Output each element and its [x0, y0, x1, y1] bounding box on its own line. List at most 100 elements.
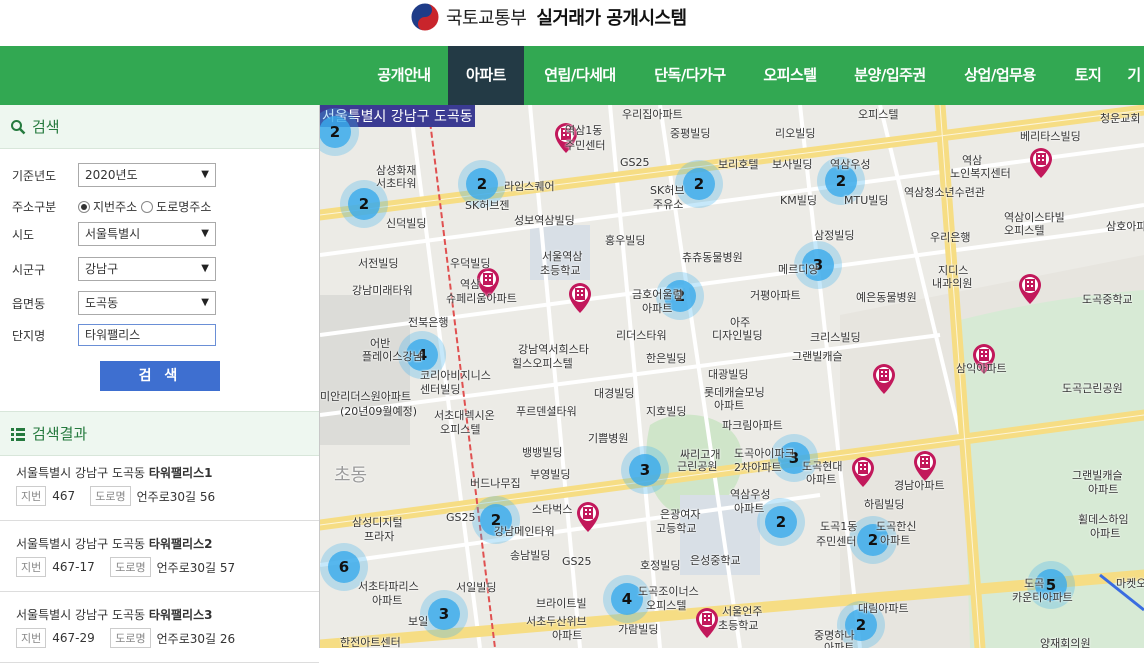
year-label: 기준년도 [12, 168, 57, 183]
nav-item-officetel[interactable]: 오피스텔 [752, 46, 828, 105]
map-label: GS25 [446, 511, 476, 524]
map-label: 그랜빌캐슬 [792, 350, 843, 363]
nav-item-commercial[interactable]: 상업/업무용 [950, 46, 1050, 105]
map-label: 2차아파트 [734, 461, 782, 474]
map-label: 아파트 [1090, 527, 1121, 540]
map-label: KM빌딩 [780, 194, 817, 207]
map-label: 힐스오피스텔 [512, 357, 573, 370]
map-label: 메르디앙 [778, 263, 819, 276]
map-cluster[interactable]: 3 [621, 446, 669, 494]
map-label: 파크림아파트 [722, 419, 783, 432]
map-label: 리오빌딩 [775, 127, 816, 140]
map-label: SK허브젠 [465, 199, 510, 212]
road-tag: 도로명 [110, 628, 151, 648]
map-label: 기쁨병원 [588, 432, 629, 445]
map-label: 초등학교 [540, 264, 581, 277]
nav-item-presale[interactable]: 분양/입주권 [840, 46, 940, 105]
map-label: 주민센터 [565, 139, 606, 152]
map-label: 고등학교 [656, 522, 697, 535]
result-road: 언주로30길 56 [136, 489, 216, 504]
search-button[interactable]: 검 색 [100, 361, 220, 391]
nav-item-house[interactable]: 단독/다가구 [640, 46, 740, 105]
map-label: 대림아파트 [858, 602, 909, 615]
result-addr: 서울특별시 강남구 도곡동 [16, 608, 146, 622]
year-value: 2020년도 [85, 168, 138, 182]
map-label: 도곡중학교 [1082, 293, 1133, 306]
map-label: 한전아트센터 [340, 636, 401, 648]
map-label: 리더스타워 [616, 329, 667, 342]
map-label: 오피스텔 [440, 423, 481, 436]
map-label: 거평아파트 [750, 289, 801, 302]
map-label: 라임스퀘어 [504, 180, 555, 193]
apartment-pin-icon[interactable] [568, 282, 592, 314]
nav-item-rowhouse[interactable]: 연립/다세대 [530, 46, 630, 105]
result-road: 언주로30길 26 [156, 631, 236, 646]
map-label: 프라자 [364, 530, 395, 543]
radio-checked-icon [78, 201, 90, 213]
result-item[interactable]: 서울특별시 강남구 도곡동 타워팰리스2 지번 467-17 도로명 언주로30… [0, 521, 319, 592]
map-label: 삼정빌딩 [814, 229, 855, 242]
result-name: 타워팰리스1 [148, 466, 213, 480]
map-label: 역삼우성 [830, 158, 871, 171]
road-tag: 도로명 [90, 486, 131, 506]
addr-type-jibun-option[interactable]: 지번주소 [78, 198, 137, 215]
map-label: 한은빌딩 [646, 352, 687, 365]
map-label: 아파트 [806, 473, 837, 486]
map-label: 송남빌딩 [510, 549, 551, 562]
map-label: (20년09월예정) [340, 405, 418, 418]
map-label: 은성중학교 [690, 554, 741, 567]
map-label: 신덕빌딩 [386, 217, 427, 230]
map-view[interactable]: 서울특별시 강남구 도곡동 2 2 2 2 2 3 2 4 3 3 2 2 2 … [320, 105, 1144, 648]
year-select[interactable]: 2020년도 ▼ [78, 163, 216, 187]
map-label: 삼호아파트 [1106, 220, 1144, 233]
result-item[interactable]: 서울특별시 강남구 도곡동 타워팰리스3 지번 467-29 도로명 언주로30… [0, 592, 319, 663]
map-label: 경남아파트 [894, 479, 945, 492]
sido-row: 시도 [12, 222, 78, 246]
sido-select[interactable]: 서울특별시 ▼ [78, 222, 216, 246]
map-label: 베리타스빌딩 [1020, 130, 1081, 143]
chevron-down-icon: ▼ [201, 228, 209, 239]
apartment-pin-icon[interactable] [576, 501, 600, 533]
map-label: 부영빌딩 [530, 468, 571, 481]
nav-item-more[interactable]: 기 [1124, 46, 1144, 105]
header: 국토교통부 실거래가 공개시스템 [0, 0, 1144, 46]
map-label: 중평빌딩 [670, 127, 711, 140]
addr-type-road-option[interactable]: 도로명주소 [141, 198, 211, 215]
map-label: 버드나무집 [470, 477, 521, 490]
nav-item-land[interactable]: 토지 [1062, 46, 1114, 105]
apartment-pin-icon[interactable] [872, 363, 896, 395]
sido-value: 서울특별시 [85, 227, 141, 241]
map-label: 아파트 [824, 641, 855, 648]
map-label: 오피스텔 [646, 599, 687, 612]
complex-label: 단지명 [12, 328, 46, 343]
map-label: 브라이트빌 [536, 597, 587, 610]
chevron-down-icon: ▼ [201, 297, 209, 308]
result-item[interactable]: 서울특별시 강남구 도곡동 타워팰리스1 지번 467 도로명 언주로30길 5… [0, 450, 319, 521]
radio-unchecked-icon [141, 201, 154, 213]
apartment-pin-icon[interactable] [1018, 273, 1042, 305]
map-label: 우리은행 [930, 231, 971, 244]
result-jibun: 467-29 [52, 631, 95, 645]
map-label: 마켓오 [1116, 577, 1144, 590]
apartment-pin-icon[interactable] [851, 456, 875, 488]
nav-item-guide[interactable]: 공개안내 [362, 46, 446, 105]
nav-item-apartment[interactable]: 아파트 [448, 46, 524, 105]
map-label: 츄츄동물병원 [682, 251, 743, 264]
map-label: 아파트 [714, 399, 745, 412]
map-label: 역삼청소년수련관 [904, 186, 985, 199]
sigungu-select[interactable]: 강남구 ▼ [78, 257, 216, 281]
map-label: 아파트 [372, 594, 403, 607]
search-panel-header: 검색 [0, 105, 319, 149]
apartment-pin-icon[interactable] [695, 607, 719, 639]
map-label: 아파트 [642, 302, 673, 315]
map-label: 카운티아파트 [1012, 591, 1073, 604]
sigungu-value: 강남구 [85, 262, 119, 276]
site-logo[interactable]: 국토교통부 실거래가 공개시스템 [410, 1, 687, 33]
result-addr: 서울특별시 강남구 도곡동 [16, 466, 146, 480]
map-label: 우덕빌딩 [450, 257, 491, 270]
apartment-pin-icon[interactable] [1029, 147, 1053, 179]
map-label: 예은동물병원 [856, 291, 917, 304]
addr-type-label: 주소구분 [12, 199, 57, 214]
complex-input[interactable]: 타워팰리스 [78, 324, 216, 346]
dong-select[interactable]: 도곡동 ▼ [78, 291, 216, 315]
